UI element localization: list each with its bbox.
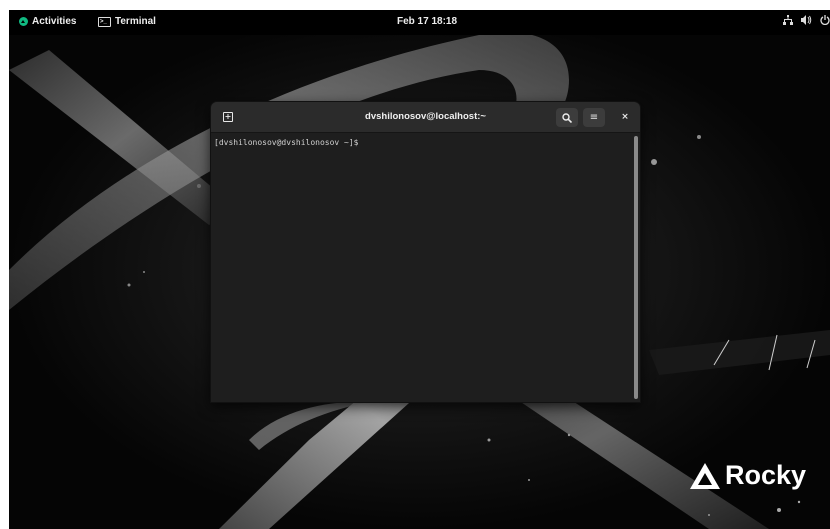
app-menu-terminal[interactable]: >_ Terminal — [98, 16, 156, 27]
prompt-text: [dvshilonosov@dvshilonosov ~]$ — [214, 138, 364, 147]
volume-icon[interactable] — [801, 15, 812, 28]
terminal-output[interactable]: [dvshilonosov@dvshilonosov ~]$ — [211, 133, 640, 402]
rocky-wallpaper-logo: Rocky — [688, 460, 806, 491]
rocky-mountain-icon — [690, 462, 720, 489]
close-button[interactable]: × — [614, 108, 636, 127]
search-button[interactable] — [556, 108, 578, 127]
terminal-window[interactable]: + dvshilonosov@localhost:~ ≡ × [dvshilon… — [211, 102, 640, 402]
clock[interactable]: Feb 17 18:18 — [397, 16, 457, 27]
terminal-headerbar[interactable]: + dvshilonosov@localhost:~ ≡ × — [211, 102, 640, 133]
scrollbar[interactable] — [634, 136, 638, 399]
system-tray[interactable] — [783, 15, 830, 28]
close-icon: × — [621, 112, 629, 122]
menu-button[interactable]: ≡ — [583, 108, 605, 127]
top-bar: Activities >_ Terminal Feb 17 18:18 — [9, 10, 830, 35]
terminal-icon: >_ — [98, 16, 111, 27]
rocky-logo-icon — [19, 17, 28, 26]
shell-prompt: [dvshilonosov@dvshilonosov ~]$ — [214, 136, 368, 147]
hamburger-icon: ≡ — [589, 112, 599, 123]
network-icon[interactable] — [783, 15, 793, 28]
rocky-logo-text: Rocky — [725, 460, 807, 490]
app-menu-label: Terminal — [115, 16, 156, 27]
text-cursor — [363, 136, 368, 145]
power-icon[interactable] — [820, 15, 830, 28]
search-icon — [562, 113, 573, 124]
activities-button[interactable]: Activities — [19, 16, 76, 27]
activities-label: Activities — [32, 16, 77, 27]
